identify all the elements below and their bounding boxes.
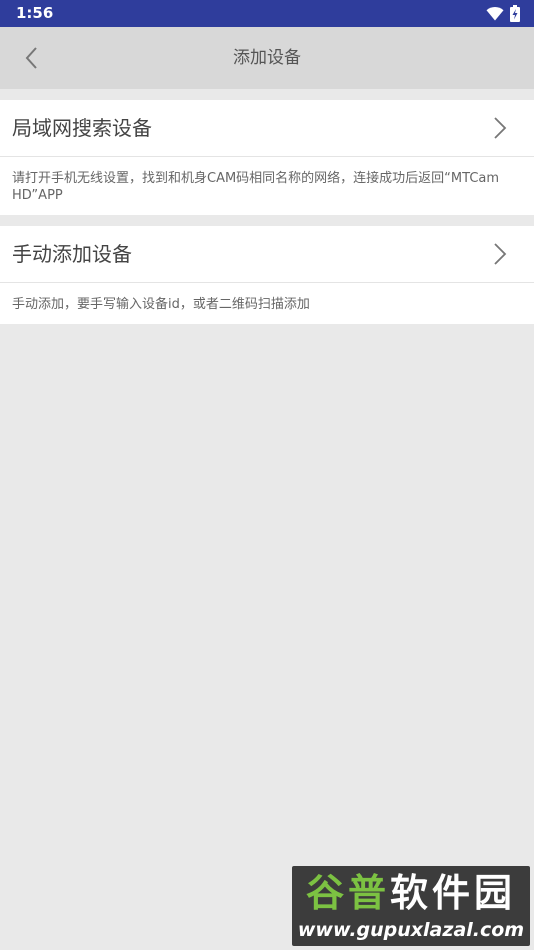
lan-search-device-button[interactable]: 局域网搜索设备: [0, 100, 534, 157]
manual-add-device-button[interactable]: 手动添加设备: [0, 226, 534, 283]
status-icons: [486, 4, 520, 23]
chevron-left-icon: [25, 47, 37, 69]
watermark-logo: 谷普软件园 www.gupuxlazal.com: [292, 866, 530, 946]
back-button[interactable]: [14, 40, 50, 76]
watermark-brand-part1: 谷普: [305, 871, 390, 915]
status-time: 1:56: [16, 4, 54, 22]
status-bar: 1:56: [0, 0, 534, 27]
watermark-brand-part2: 软件园: [390, 871, 517, 915]
manual-add-card: 手动添加设备 手动添加，要手写输入设备id，或者二维码扫描添加: [0, 226, 534, 324]
watermark-brand: 谷普软件园: [292, 870, 530, 916]
lan-search-card: 局域网搜索设备 请打开手机无线设置，找到和机身CAM码相同名称的网络，连接成功后…: [0, 100, 534, 215]
manual-add-description: 手动添加，要手写输入设备id，或者二维码扫描添加: [12, 297, 310, 312]
page-title: 添加设备: [233, 48, 301, 68]
chevron-right-icon: [494, 117, 507, 139]
watermark-url: www.gupuxlazal.com: [297, 919, 525, 941]
lan-search-device-label: 局域网搜索设备: [12, 116, 152, 140]
manual-add-device-label: 手动添加设备: [12, 242, 132, 266]
chevron-right-icon: [494, 243, 507, 265]
battery-charging-icon: [510, 5, 520, 22]
title-bar: 添加设备: [0, 27, 534, 89]
lan-search-description: 请打开手机无线设置，找到和机身CAM码相同名称的网络，连接成功后返回“MTCam…: [12, 171, 500, 203]
wifi-icon: [486, 7, 504, 21]
